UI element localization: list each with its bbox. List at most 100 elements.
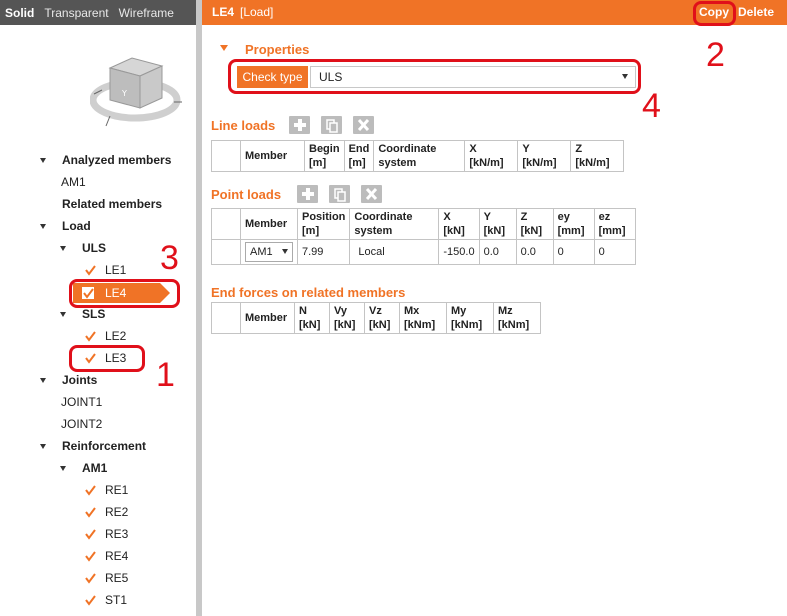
close-icon [357, 118, 370, 132]
view-mode-wireframe[interactable]: Wireframe [114, 6, 179, 20]
member-select[interactable]: AM1 [245, 242, 293, 262]
checkbox-re5[interactable] [84, 572, 96, 584]
collapse-triangle-icon[interactable] [40, 378, 46, 383]
annotation-box-1 [69, 345, 145, 372]
column-header: Y [kN] [478, 208, 517, 240]
tree-label: RE4 [105, 549, 129, 563]
tree-load[interactable]: Load [62, 216, 91, 236]
ey-cell[interactable]: 0 [552, 239, 595, 265]
tree-am1[interactable]: AM1 [61, 172, 86, 192]
panel-splitter[interactable] [196, 0, 202, 616]
tree-uls[interactable]: ULS [82, 238, 106, 258]
tree-joint1[interactable]: JOINT1 [61, 392, 102, 412]
col-label: My [451, 305, 467, 317]
point-loads-table: Member Position [m] Coordinate system X [kN… [211, 208, 636, 265]
tree-reinforcement[interactable]: Reinforcement [62, 436, 146, 456]
tree-label: LE1 [105, 263, 127, 277]
view-mode-transparent[interactable]: Transparent [39, 6, 113, 20]
x-cell[interactable]: -150.0 [438, 239, 480, 265]
tree-st1[interactable]: ST1 [105, 590, 127, 610]
column-header: X [kN/m] [464, 140, 519, 172]
tree-analyzed-members[interactable]: Analyzed members [62, 150, 171, 170]
tree-label: ST1 [105, 593, 128, 607]
y-cell[interactable]: 0.0 [478, 239, 517, 265]
tree-label: AM1 [82, 461, 108, 475]
column-header: My [kNm] [446, 302, 494, 334]
tree-le1[interactable]: LE1 [105, 260, 126, 280]
tree-label: Joints [62, 373, 98, 387]
tree-related-members[interactable]: Related members [62, 194, 162, 214]
system-cell[interactable]: Local [349, 239, 440, 265]
column-header: ez [mm] [593, 208, 636, 240]
delete-button[interactable]: Delete [738, 0, 774, 25]
chevron-down-icon [282, 249, 288, 254]
checkbox-re2[interactable] [84, 506, 96, 518]
tree-le2[interactable]: LE2 [105, 326, 126, 346]
tree-label: RE2 [105, 505, 129, 519]
tree-reinforcement-am1[interactable]: AM1 [82, 458, 107, 478]
tree-joint2[interactable]: JOINT2 [61, 414, 102, 434]
line-loads-table: Member Begin [m] End [m] Coordinate system … [211, 140, 625, 172]
checkbox-le1[interactable] [84, 264, 96, 276]
column-header: Vz [kN] [364, 302, 400, 334]
tree-re5[interactable]: RE5 [105, 568, 128, 588]
collapse-triangle-icon[interactable] [60, 466, 66, 471]
plus-icon [302, 188, 314, 200]
col-unit: [m] [302, 225, 320, 237]
checkbox-re4[interactable] [84, 550, 96, 562]
column-header: Begin [m] [304, 140, 345, 172]
collapse-triangle-icon[interactable] [220, 45, 228, 51]
delete-point-load-button[interactable] [361, 185, 382, 203]
position-cell[interactable]: 7.99 [296, 239, 351, 265]
end-forces-table: Member N [kN] Vy [kN] Vz [kN] Mx [kNm] My [kN… [211, 302, 541, 334]
tree-joints[interactable]: Joints [62, 370, 97, 390]
tree-label: RE1 [105, 483, 129, 497]
tree-label: JOINT2 [61, 417, 103, 431]
view-mode-solid[interactable]: Solid [0, 6, 39, 20]
annotation-number-2: 2 [706, 36, 725, 74]
column-header: N [kN] [294, 302, 330, 334]
tree-re1[interactable]: RE1 [105, 480, 128, 500]
collapse-triangle-icon[interactable] [60, 246, 66, 251]
delete-line-load-button[interactable] [353, 116, 374, 134]
plus-icon [294, 119, 306, 131]
col-label: Begin [309, 143, 340, 155]
row-header-cell [211, 302, 241, 334]
col-label: N [299, 305, 307, 317]
z-cell[interactable]: 0.0 [515, 239, 554, 265]
col-label: Vz [369, 305, 382, 317]
column-header: Vy [kN] [329, 302, 365, 334]
tree-re2[interactable]: RE2 [105, 502, 128, 522]
checkbox-le2[interactable] [84, 330, 96, 342]
collapse-triangle-icon[interactable] [40, 224, 46, 229]
member-cell[interactable]: AM1 [240, 239, 298, 265]
collapse-triangle-icon[interactable] [40, 444, 46, 449]
checkbox-st1[interactable] [84, 594, 96, 606]
tree-re4[interactable]: RE4 [105, 546, 128, 566]
collapse-triangle-icon[interactable] [40, 158, 46, 163]
col-unit: [kN] [334, 319, 356, 331]
tree-label: Reinforcement [62, 439, 147, 453]
checkbox-re3[interactable] [84, 528, 96, 540]
col-label: Member [245, 218, 288, 230]
col-unit: system [378, 157, 417, 169]
copy-line-load-button[interactable] [321, 116, 342, 134]
navigation-cube-icon[interactable]: Y [89, 30, 190, 130]
ez-cell[interactable]: 0 [593, 239, 636, 265]
col-label: Coordinate [378, 143, 437, 155]
view-mode-bar: Solid Transparent Wireframe [0, 0, 196, 25]
copy-point-load-button[interactable] [329, 185, 350, 203]
add-point-load-button[interactable] [297, 185, 318, 203]
add-line-load-button[interactable] [289, 116, 310, 134]
row-header-cell[interactable] [211, 239, 241, 265]
col-label: Z [575, 143, 583, 155]
tree-re3[interactable]: RE3 [105, 524, 128, 544]
col-unit: [kN] [369, 319, 391, 331]
checkbox-re1[interactable] [84, 484, 96, 496]
col-label: Member [245, 150, 288, 162]
collapse-triangle-icon[interactable] [60, 312, 66, 317]
col-label: Member [245, 312, 288, 324]
col-label: Mz [498, 305, 513, 317]
column-header: Member [240, 208, 298, 240]
header-title: LE4 [212, 5, 235, 19]
